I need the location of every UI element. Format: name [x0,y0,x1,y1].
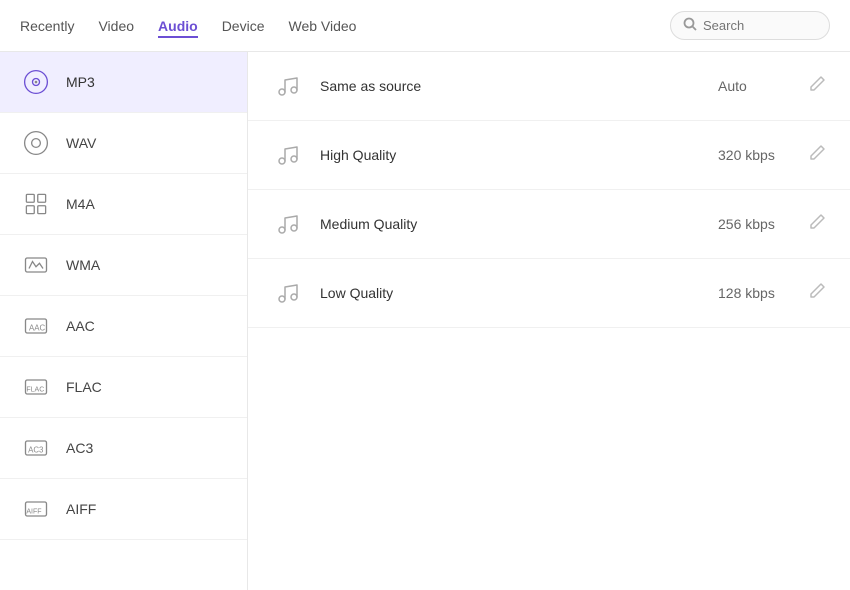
sidebar-label-wma: WMA [66,257,100,273]
aac-icon: AAC [20,310,52,342]
sidebar-item-m4a[interactable]: M4A [0,174,247,235]
sidebar-label-ac3: AC3 [66,440,93,456]
sidebar: MP3 WAV M4A [0,52,248,590]
quality-bitrate-same: Auto [718,78,808,94]
quality-bitrate-medium: 256 kbps [718,216,808,232]
quality-bitrate-low: 128 kbps [718,285,808,301]
quality-name-high: High Quality [320,147,718,163]
edit-icon-medium[interactable] [808,213,826,236]
m4a-icon [20,188,52,220]
svg-text:AC3: AC3 [28,445,44,454]
quality-row-medium[interactable]: Medium Quality 256 kbps [248,190,850,259]
content-area: Same as source Auto High Quality 320 kbp… [248,52,850,590]
svg-text:AAC: AAC [29,323,45,332]
sidebar-item-wma[interactable]: WMA [0,235,247,296]
wma-icon [20,249,52,281]
mp3-icon [20,66,52,98]
svg-text:AIFF: AIFF [26,508,41,515]
wav-icon [20,127,52,159]
search-box [670,11,830,40]
sidebar-item-flac[interactable]: FLAC FLAC [0,357,247,418]
quality-row-high[interactable]: High Quality 320 kbps [248,121,850,190]
music-icon-low [272,277,304,309]
top-nav: Recently Video Audio Device Web Video [0,0,850,52]
aiff-icon: AIFF [20,493,52,525]
sidebar-item-wav[interactable]: WAV [0,113,247,174]
quality-name-same: Same as source [320,78,718,94]
main-layout: MP3 WAV M4A [0,52,850,590]
search-input[interactable] [703,18,813,33]
sidebar-item-mp3[interactable]: MP3 [0,52,247,113]
sidebar-item-ac3[interactable]: AC3 AC3 [0,418,247,479]
sidebar-label-aac: AAC [66,318,95,334]
quality-name-medium: Medium Quality [320,216,718,232]
nav-audio[interactable]: Audio [158,14,198,38]
sidebar-label-m4a: M4A [66,196,95,212]
sidebar-item-aac[interactable]: AAC AAC [0,296,247,357]
sidebar-label-flac: FLAC [66,379,102,395]
quality-name-low: Low Quality [320,285,718,301]
search-icon [683,17,697,34]
sidebar-item-aiff[interactable]: AIFF AIFF [0,479,247,540]
music-icon-high [272,139,304,171]
quality-bitrate-high: 320 kbps [718,147,808,163]
sidebar-label-wav: WAV [66,135,96,151]
nav-device[interactable]: Device [222,14,265,38]
nav-recently[interactable]: Recently [20,14,74,38]
svg-text:FLAC: FLAC [26,386,44,393]
edit-icon-same[interactable] [808,75,826,98]
quality-row-same-as-source[interactable]: Same as source Auto [248,52,850,121]
quality-row-low[interactable]: Low Quality 128 kbps [248,259,850,328]
sidebar-label-aiff: AIFF [66,501,96,517]
music-icon-medium [272,208,304,240]
edit-icon-high[interactable] [808,144,826,167]
edit-icon-low[interactable] [808,282,826,305]
music-icon-same [272,70,304,102]
ac3-icon: AC3 [20,432,52,464]
nav-video[interactable]: Video [98,14,134,38]
sidebar-label-mp3: MP3 [66,74,95,90]
flac-icon: FLAC [20,371,52,403]
nav-web-video[interactable]: Web Video [288,14,356,38]
